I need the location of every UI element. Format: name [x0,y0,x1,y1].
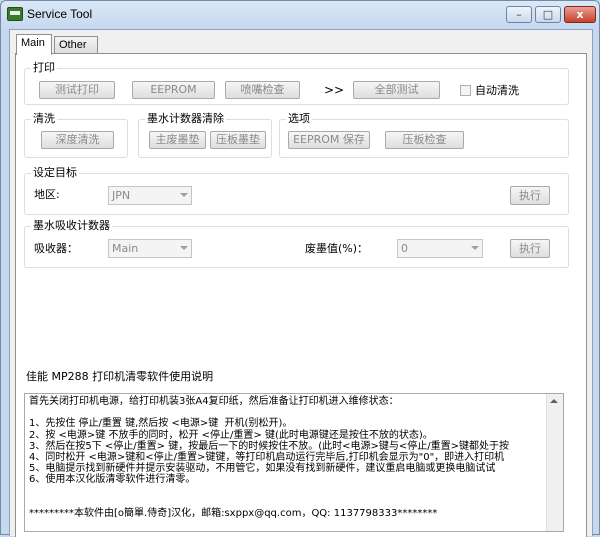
title-bar[interactable]: Service Tool – □ x [1,1,599,29]
absorber-group: 墨水吸收计数器 吸收器： Main 废墨值(%)： 0 执行 [24,219,569,268]
absorber-value: Main [112,242,139,255]
maximize-button[interactable]: □ [535,6,561,23]
tab-panel-main: 打印 测试打印 EEPROM 喷嘴检查 >> 全部测试 自动清洗 清洗 深度清洗… [15,53,587,537]
waste-value-label: 废墨值(%)： [305,242,369,255]
instructions-text: 首先关闭打印机电源，给打印机装3张A4复印纸，然后准备让打印机进入维修状态： 1… [29,396,509,520]
region-label: 地区: [34,188,60,201]
absorber-select[interactable]: Main [108,239,192,258]
scroll-up-arrow-icon[interactable] [550,399,558,403]
ink-counter-group-title: 墨水计数器清除 [145,112,226,126]
options-group-title: 选项 [286,112,312,126]
waste-value: 0 [401,242,408,255]
auto-clean-checkbox[interactable] [460,85,471,96]
print-group-title: 打印 [31,61,57,75]
options-group: 选项 EEPROM 保存 压板检查 [279,112,569,158]
tab-other[interactable]: Other [54,36,98,54]
absorber-dropdown-arrow-icon [180,246,188,250]
print-group: 打印 测试打印 EEPROM 喷嘴检查 >> 全部测试 自动清洗 [24,61,569,105]
client-area: Main Other 打印 测试打印 EEPROM 喷嘴检查 >> 全部测试 自… [9,29,593,537]
app-window: Service Tool – □ x Main Other 打印 测试打印 EE… [0,0,600,537]
absorber-label: 吸收器： [34,242,78,255]
instructions-scrollbar[interactable] [546,394,563,531]
clean-group-title: 清洗 [31,112,57,126]
region-select[interactable]: JPN [108,186,192,205]
auto-clean-label: 自动清洗 [475,84,519,97]
printer-app-icon [7,7,23,21]
clean-group: 清洗 深度清洗 [24,112,128,158]
destination-group-title: 设定目标 [31,166,79,180]
tab-main[interactable]: Main [16,34,52,55]
platen-pad-button[interactable]: 压板墨垫 [210,131,266,149]
instructions-title: 佳能 MP288 打印机清零软件使用说明 [26,370,214,383]
eeprom-save-button[interactable]: EEPROM 保存 [288,131,370,149]
waste-dropdown-arrow-icon [471,246,479,250]
absorber-execute-button[interactable]: 执行 [510,239,550,258]
region-value: JPN [112,189,131,202]
main-waste-pad-button[interactable]: 主废墨垫 [149,131,206,149]
all-test-button[interactable]: 全部测试 [353,81,440,99]
destination-execute-button[interactable]: 执行 [510,186,550,205]
minimize-button[interactable]: – [506,6,532,23]
destination-group: 设定目标 地区: JPN 执行 [24,166,569,215]
close-button[interactable]: x [564,6,596,23]
platen-check-button[interactable]: 压板检查 [385,131,464,149]
eeprom-button[interactable]: EEPROM [132,81,215,99]
arrows-label: >> [324,83,345,97]
test-print-button[interactable]: 测试打印 [39,81,115,99]
ink-counter-group: 墨水计数器清除 主废墨垫 压板墨垫 [138,112,272,158]
window-title: Service Tool [27,7,93,21]
region-dropdown-arrow-icon [180,193,188,197]
nozzle-check-button[interactable]: 喷嘴检查 [225,81,300,99]
deep-clean-button[interactable]: 深度清洗 [41,131,114,149]
absorber-group-title: 墨水吸收计数器 [31,219,112,233]
waste-value-select[interactable]: 0 [397,239,483,258]
instructions-textbox[interactable]: 首先关闭打印机电源，给打印机装3张A4复印纸，然后准备让打印机进入维修状态： 1… [24,393,564,532]
